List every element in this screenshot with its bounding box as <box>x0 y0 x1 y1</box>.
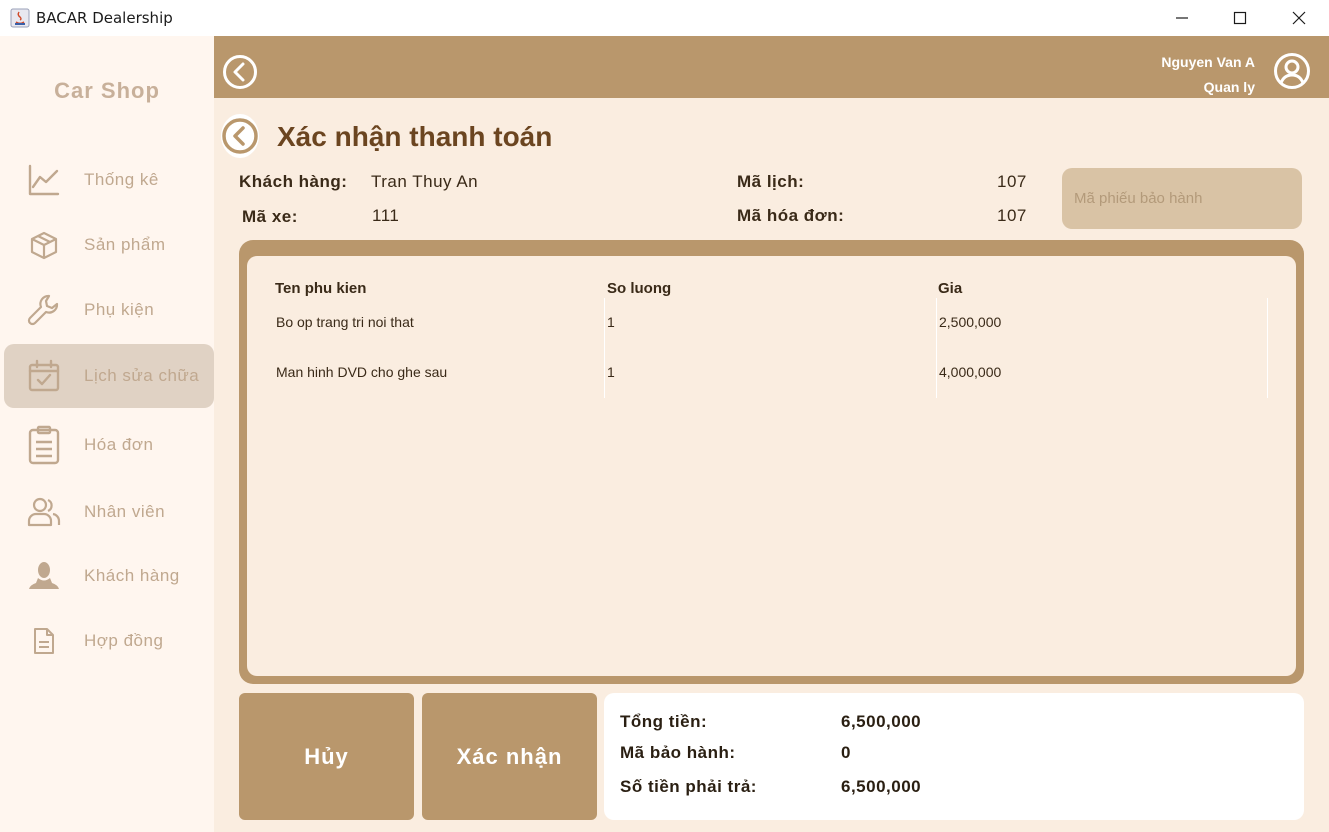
column-header-price: Gia <box>938 280 963 297</box>
cancel-button[interactable]: Hủy <box>239 693 414 820</box>
clipboard-icon <box>26 425 62 465</box>
window-titlebar: BACAR Dealership <box>0 0 1329 36</box>
user-role: Quan ly <box>1203 79 1255 95</box>
table-cell-quantity: 1 <box>607 314 615 330</box>
sidebar-item-label: Khách hàng <box>84 566 180 585</box>
sidebar-item-repair-schedule[interactable]: Lịch sửa chữa <box>4 344 214 408</box>
sidebar-item-invoices[interactable]: Hóa đơn <box>4 413 214 477</box>
amount-due-label: Số tiền phải trả: <box>620 777 757 796</box>
back-icon[interactable] <box>220 112 262 160</box>
sidebar-item-label: Phụ kiện <box>84 300 155 319</box>
users-icon <box>26 494 62 530</box>
user-avatar-icon[interactable] <box>1273 52 1311 90</box>
confirm-button[interactable]: Xác nhận <box>422 693 597 820</box>
close-icon <box>1292 11 1306 25</box>
payment-summary: Tổng tiền: 6,500,000 Mã bảo hành: 0 Số t… <box>604 693 1304 820</box>
java-app-icon <box>10 8 30 28</box>
table-cell-price: 2,500,000 <box>939 314 1002 330</box>
schedule-id-label: Mã lịch: <box>737 172 805 191</box>
minimize-button[interactable] <box>1153 0 1211 36</box>
total-label: Tổng tiền: <box>620 712 708 731</box>
warranty-label: Mã bảo hành: <box>620 743 736 762</box>
table-cell-quantity: 1 <box>607 364 615 380</box>
user-name: Nguyen Van A <box>1161 54 1255 70</box>
car-id-label: Mã xe: <box>242 207 298 226</box>
column-header-name: Ten phu kien <box>275 280 367 297</box>
warranty-code-input[interactable] <box>1062 168 1302 229</box>
car-id-value: 111 <box>372 206 400 225</box>
sidebar-item-statistics[interactable]: Thống kê <box>4 148 214 212</box>
header-back-icon[interactable] <box>222 54 258 90</box>
sidebar-item-label: Sản phẩm <box>84 235 166 254</box>
sidebar-item-products[interactable]: Sản phẩm <box>4 213 214 277</box>
customer-label: Khách hàng: <box>239 172 348 191</box>
schedule-id-value: 107 <box>997 172 1027 191</box>
brand-title: Car Shop <box>54 78 160 103</box>
sidebar-item-customers[interactable]: Khách hàng <box>4 544 214 608</box>
customer-icon <box>26 558 62 594</box>
table-cell-name: Bo op trang tri noi that <box>276 314 414 330</box>
invoice-id-label: Mã hóa đơn: <box>737 206 845 225</box>
column-divider <box>604 298 605 398</box>
minimize-icon <box>1176 17 1188 19</box>
maximize-button[interactable] <box>1211 0 1269 36</box>
sidebar-item-label: Lịch sửa chữa <box>84 366 200 385</box>
sidebar-item-label: Hợp đồng <box>84 631 164 650</box>
invoice-id-value: 107 <box>997 206 1027 225</box>
column-divider <box>936 298 937 398</box>
chart-line-icon <box>26 162 62 198</box>
table-cell-name: Man hinh DVD cho ghe sau <box>276 364 448 380</box>
accessories-table-frame: Ten phu kien So luong Gia Bo op trang tr… <box>239 240 1304 684</box>
column-header-quantity: So luong <box>607 280 672 297</box>
sidebar-item-label: Hóa đơn <box>84 435 154 454</box>
sidebar: Car Shop Thống kê Sản phẩm Phụ kiện Lịch… <box>0 36 214 832</box>
top-header: Nguyen Van A Quan ly <box>214 36 1329 98</box>
window-title: BACAR Dealership <box>36 9 173 27</box>
close-button[interactable] <box>1270 0 1328 36</box>
sidebar-item-employees[interactable]: Nhân viên <box>4 480 214 544</box>
maximize-icon <box>1233 11 1247 25</box>
total-value: 6,500,000 <box>841 712 922 731</box>
document-icon <box>26 623 62 659</box>
accessories-table: Ten phu kien So luong Gia Bo op trang tr… <box>247 256 1296 676</box>
box-icon <box>26 227 62 263</box>
warranty-value: 0 <box>841 743 851 762</box>
page-title: Xác nhận thanh toán <box>277 121 553 152</box>
amount-due-value: 6,500,000 <box>841 777 922 796</box>
calendar-check-icon <box>26 358 62 394</box>
sidebar-item-label: Nhân viên <box>84 502 166 521</box>
sidebar-item-accessories[interactable]: Phụ kiện <box>4 278 214 342</box>
table-cell-price: 4,000,000 <box>939 364 1002 380</box>
sidebar-item-label: Thống kê <box>84 170 159 189</box>
sidebar-item-contracts[interactable]: Hợp đồng <box>4 609 214 673</box>
column-divider <box>1267 298 1268 398</box>
wrench-icon <box>26 292 62 328</box>
customer-value: Tran Thuy An <box>371 172 479 191</box>
